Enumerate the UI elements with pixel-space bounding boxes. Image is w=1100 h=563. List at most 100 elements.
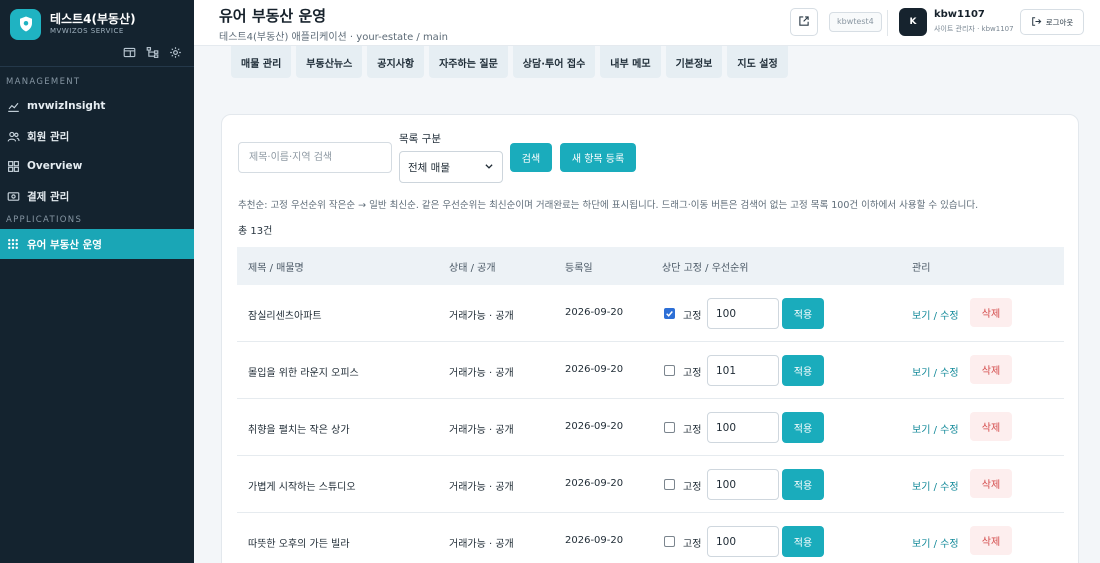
edit-link[interactable]: 보기 / 수정 [912, 421, 959, 436]
logout-icon [1031, 16, 1042, 29]
apply-button[interactable]: 적용 [782, 355, 824, 386]
sidebar-item-label: Overview [27, 160, 83, 172]
sidebar-item-overview[interactable]: Overview [0, 151, 194, 181]
priority-input[interactable]: 101 [707, 355, 779, 386]
top-header: 유어 부동산 운영 테스트4(부동산) 애플리케이션 · your-estate… [194, 0, 1100, 46]
priority-input[interactable]: 100 [707, 526, 779, 557]
sidebar: 테스트4(부동산) MVWIZOS SERVICE MANAGEMENT mvw… [0, 0, 194, 563]
payment-icon [6, 189, 20, 203]
category-label: 목록 구분 [399, 133, 441, 145]
delete-button[interactable]: 삭제 [970, 355, 1012, 384]
sidebar-item-payment[interactable]: 결제 관리 [0, 181, 194, 211]
apply-button[interactable]: 적용 [782, 298, 824, 329]
gear-icon[interactable] [169, 46, 182, 59]
sidebar-item-members[interactable]: 회원 관리 [0, 121, 194, 151]
tab-listings[interactable]: 매물 관리 [231, 46, 292, 78]
search-input[interactable] [238, 142, 392, 173]
table-header: 제목 / 매물명 상태 / 공개 등록일 상단 고정 / 우선순위 관리 [237, 247, 1064, 285]
priority-input[interactable]: 100 [707, 412, 779, 443]
tab-faq[interactable]: 자주하는 질문 [429, 46, 508, 78]
breadcrumb: 테스트4(부동산) 애플리케이션 · your-estate / main [219, 32, 448, 43]
row-date: 2026-09-20 [565, 535, 624, 546]
logout-label: 로그아웃 [1045, 17, 1074, 27]
edit-link[interactable]: 보기 / 수정 [912, 307, 959, 322]
pin-checkbox[interactable] [664, 536, 675, 547]
category-value: 전체 매물 [408, 161, 450, 174]
tab-news[interactable]: 부동산뉴스 [296, 46, 363, 78]
section-tabs: 매물 관리 부동산뉴스 공지사항 자주하는 질문 상담·투어 접수 내부 메모 … [231, 46, 788, 78]
delete-button[interactable]: 삭제 [970, 526, 1012, 555]
tab-internal-memo[interactable]: 내부 메모 [600, 46, 661, 78]
sidebar-item-label: 회원 관리 [27, 130, 70, 143]
brand-title: 테스트4(부동산) [50, 12, 136, 26]
tab-notices[interactable]: 공지사항 [367, 46, 425, 78]
pin-checkbox[interactable] [664, 365, 675, 376]
logout-button[interactable]: 로그아웃 [1020, 9, 1084, 35]
tab-map-settings[interactable]: 지도 설정 [727, 46, 788, 78]
row-date: 2026-09-20 [565, 478, 624, 489]
tab-consultations[interactable]: 상담·투어 접수 [512, 46, 596, 78]
col-actions: 관리 [912, 263, 931, 274]
row-status: 거래가능 · 공개 [449, 425, 514, 436]
pin-checkbox[interactable] [664, 422, 675, 433]
header-divider [887, 10, 888, 36]
table-row: 몰입을 위한 라운지 오피스 거래가능 · 공개 2026-09-20 고정 1… [237, 342, 1064, 399]
search-button[interactable]: 검색 [510, 143, 552, 172]
delete-button[interactable]: 삭제 [970, 412, 1012, 441]
sidebar-item-your-estate[interactable]: 유어 부동산 운영 [0, 229, 194, 259]
listings-card: 목록 구분 전체 매물 검색 새 항목 등록 추천순: 고정 우선순위 작은순 … [221, 114, 1079, 563]
tab-basic-info[interactable]: 기본정보 [665, 46, 723, 78]
site-id-badge: kbwtest4 [829, 12, 882, 32]
users-icon [6, 129, 20, 143]
sidebar-item-insight[interactable]: mvwizInsight [0, 91, 194, 121]
pin-checkbox[interactable] [664, 479, 675, 490]
pin-label: 고정 [683, 482, 702, 493]
col-status: 상태 / 공개 [449, 263, 496, 274]
sort-hint-text: 추천순: 고정 우선순위 작은순 → 일반 최신순. 같은 우선순위는 최신순이… [238, 200, 979, 211]
edit-link[interactable]: 보기 / 수정 [912, 535, 959, 550]
apply-button[interactable]: 적용 [782, 526, 824, 557]
col-title: 제목 / 매물명 [248, 263, 304, 274]
layout-icon[interactable] [123, 46, 136, 59]
pin-label: 고정 [683, 311, 702, 322]
brand[interactable]: 테스트4(부동산) MVWIZOS SERVICE [0, 0, 194, 40]
row-title: 가볍게 시작하는 스튜디오 [248, 482, 356, 493]
priority-input[interactable]: 100 [707, 469, 779, 500]
row-date: 2026-09-20 [565, 421, 624, 432]
pin-label: 고정 [683, 368, 702, 379]
row-title: 잠실리센츠아파트 [248, 311, 322, 322]
open-site-button[interactable] [790, 8, 818, 36]
page-title: 유어 부동산 운영 [219, 7, 327, 25]
user-role: 사이트 관리자 · kbw1107 [934, 25, 1014, 33]
section-applications: APPLICATIONS [6, 215, 83, 225]
row-status: 거래가능 · 공개 [449, 482, 514, 493]
grid-icon [6, 159, 20, 173]
delete-button[interactable]: 삭제 [970, 469, 1012, 498]
row-status: 거래가능 · 공개 [449, 539, 514, 550]
col-priority: 상단 고정 / 우선순위 [662, 263, 749, 274]
apps-icon [6, 237, 20, 251]
table-row: 따뜻한 오후의 가든 빌라 거래가능 · 공개 2026-09-20 고정 10… [237, 513, 1064, 563]
row-status: 거래가능 · 공개 [449, 368, 514, 379]
table-row: 취향을 펼치는 작은 상가 거래가능 · 공개 2026-09-20 고정 10… [237, 399, 1064, 456]
table-row: 가볍게 시작하는 스튜디오 거래가능 · 공개 2026-09-20 고정 10… [237, 456, 1064, 513]
category-select[interactable]: 전체 매물 [399, 151, 503, 183]
row-date: 2026-09-20 [565, 364, 624, 375]
section-management: MANAGEMENT [6, 77, 81, 87]
edit-link[interactable]: 보기 / 수정 [912, 364, 959, 379]
apply-button[interactable]: 적용 [782, 412, 824, 443]
sidebar-item-label: 결제 관리 [27, 190, 70, 203]
brand-subtitle: MVWIZOS SERVICE [50, 27, 124, 35]
row-title: 따뜻한 오후의 가든 빌라 [248, 539, 350, 550]
sitemap-icon[interactable] [146, 46, 159, 59]
pin-checkbox[interactable] [664, 308, 675, 319]
row-date: 2026-09-20 [565, 307, 624, 318]
apply-button[interactable]: 적용 [782, 469, 824, 500]
delete-button[interactable]: 삭제 [970, 298, 1012, 327]
avatar[interactable]: K [899, 8, 927, 36]
add-item-button[interactable]: 새 항목 등록 [560, 143, 636, 172]
edit-link[interactable]: 보기 / 수정 [912, 478, 959, 493]
user-name: kbw1107 [934, 9, 985, 20]
priority-input[interactable]: 100 [707, 298, 779, 329]
col-date: 등록일 [565, 263, 593, 274]
